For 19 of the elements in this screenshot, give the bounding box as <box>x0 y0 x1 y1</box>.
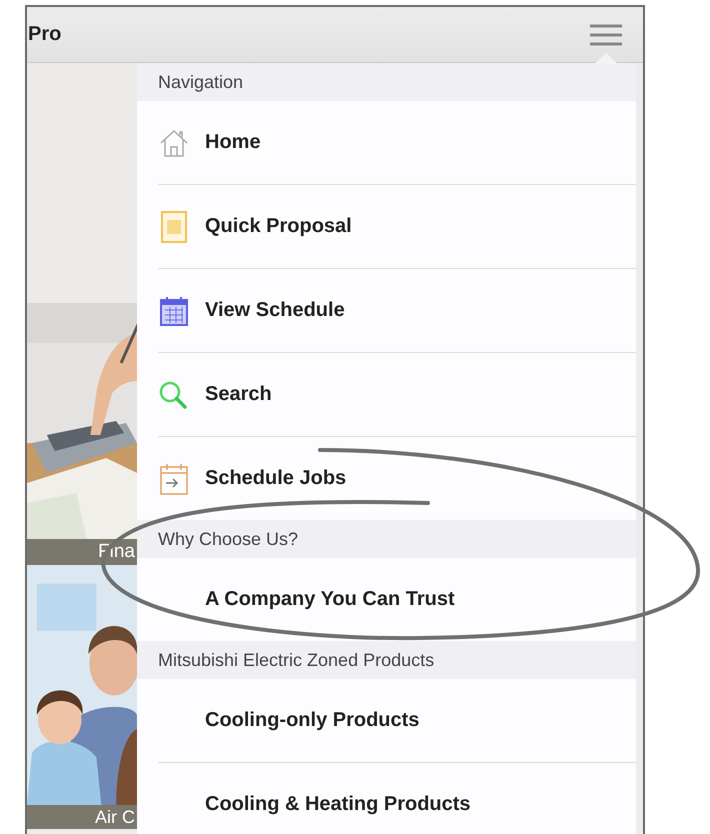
section-header: Why Choose Us? <box>137 520 636 558</box>
calendar-icon <box>158 294 190 326</box>
menu-item[interactable]: A Company You Can Trust <box>158 558 636 641</box>
tile-caption: Fina <box>27 539 137 565</box>
menu-item[interactable]: Home <box>158 101 636 185</box>
menu-icon[interactable] <box>589 24 623 46</box>
menu-item[interactable]: View Schedule <box>158 269 636 353</box>
calendar-arrow-icon <box>158 462 190 496</box>
app-title: Pro <box>28 23 62 46</box>
menu-item[interactable]: Search <box>158 353 636 437</box>
menu-item[interactable]: Quick Proposal <box>158 185 636 269</box>
menu-item[interactable]: Cooling & Heating Products <box>158 763 636 834</box>
menu-item[interactable]: Cooling-only Products <box>158 679 636 763</box>
section-header: Mitsubishi Electric Zoned Products <box>137 641 636 679</box>
document-icon <box>158 210 190 244</box>
tile-caption: Air C <box>27 805 137 829</box>
menu-item[interactable]: Schedule Jobs <box>158 437 636 520</box>
search-icon <box>158 380 188 410</box>
section-header: Navigation <box>137 63 636 101</box>
